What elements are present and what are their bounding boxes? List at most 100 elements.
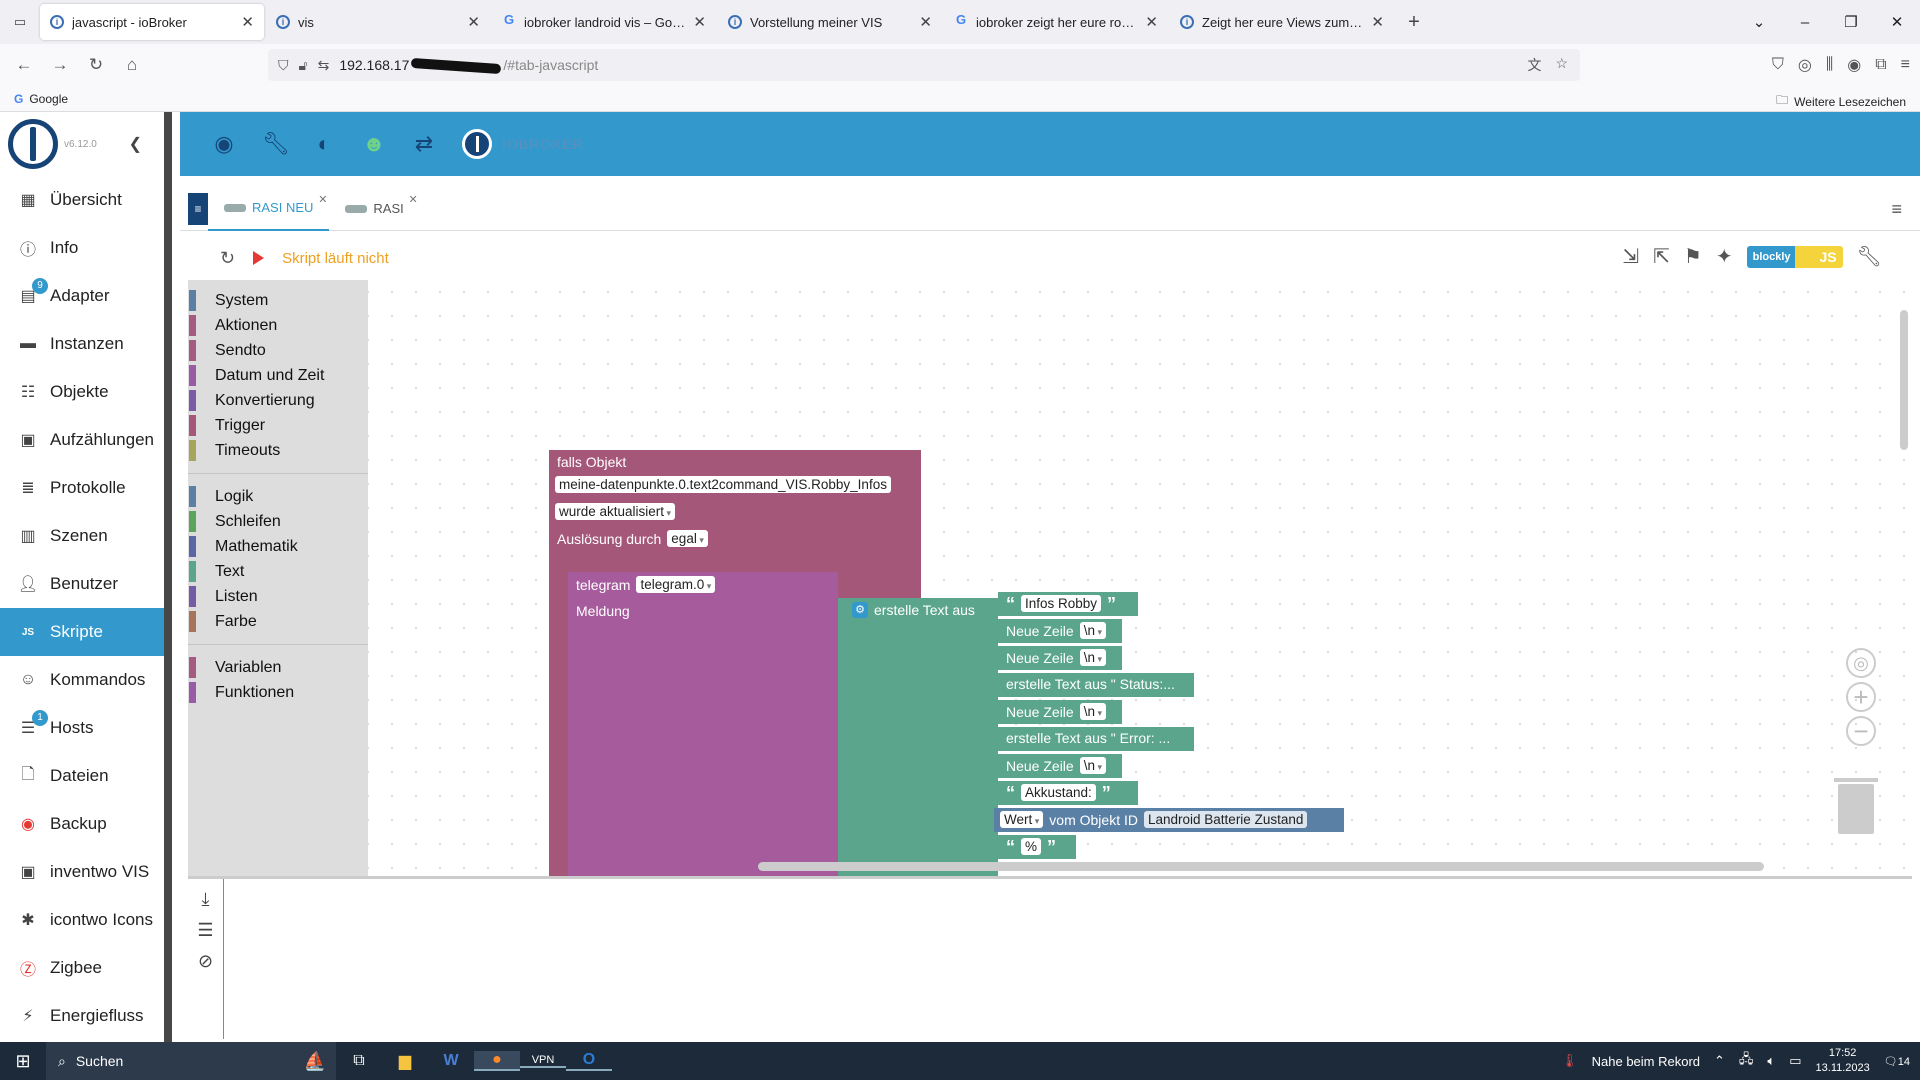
sidebar-item-kommandos[interactable]: ☺ Kommandos [0, 656, 164, 704]
blockly-workspace[interactable]: System Aktionen Sendto Datum und Zeit Konver… [188, 280, 1912, 876]
sidebar-item-energiefluss[interactable]: ⚡︎ Energiefluss [0, 992, 164, 1040]
horizontal-scrollbar[interactable] [758, 862, 1764, 871]
script-tree-toggle[interactable]: ≡ [188, 193, 208, 225]
url-text[interactable]: 192.168.17/#tab-javascript [339, 57, 598, 75]
trash-icon[interactable] [1834, 778, 1878, 834]
save-icon[interactable]: ◎ [1798, 55, 1812, 75]
browser-tab[interactable]: G iobroker zeigt her eure robotor ✕ [944, 4, 1168, 40]
word-icon[interactable]: W [428, 1052, 474, 1070]
toolbox-category-system[interactable]: System [188, 288, 368, 313]
network-icon[interactable]: 🖧︎ [1739, 1050, 1754, 1072]
sidebar-item-übersicht[interactable]: ▦ Übersicht [0, 176, 164, 224]
lock-icon[interactable]: 🔓︎ [299, 57, 308, 74]
library-icon[interactable]: ⫼ [1826, 56, 1833, 74]
outlook-icon[interactable]: O [566, 1051, 612, 1071]
sidebar-item-zigbee[interactable]: Ⓩ Zigbee [0, 944, 164, 992]
toolbox-category-variablen[interactable]: Variablen [188, 655, 368, 680]
join-text-block[interactable]: erstelle Text aus " Status:... [998, 673, 1194, 697]
toolbox-category-sendto[interactable]: Sendto [188, 338, 368, 363]
sidebar-item-protokolle[interactable]: ≣ Protokolle [0, 464, 164, 512]
newline-block[interactable]: Neue Zeile \n [998, 754, 1122, 778]
toolbox-category-listen[interactable]: Listen [188, 584, 368, 609]
sidebar-item-benutzer[interactable]: 👤︎ Benutzer [0, 560, 164, 608]
vpn-icon[interactable]: VPN [520, 1054, 566, 1068]
close-tab-icon[interactable]: ✕ [919, 13, 932, 31]
close-tab-icon[interactable]: ✕ [1145, 13, 1158, 31]
list-all-tabs-icon[interactable]: ⌄ [1736, 13, 1782, 31]
bookmark-google[interactable]: G Google [14, 92, 68, 106]
reload-icon[interactable]: ↻ [78, 55, 114, 75]
value-type-dropdown[interactable]: Wert [1000, 811, 1044, 828]
newline-dropdown[interactable]: \n [1079, 622, 1106, 639]
browser-tab[interactable]: i Vorstellung meiner VIS ✕ [718, 4, 942, 40]
log-list-icon[interactable]: ☰ [197, 920, 213, 941]
translate-icon[interactable]: 文 [1527, 55, 1541, 75]
new-tab-button[interactable]: + [1396, 11, 1432, 34]
sidebar-item-inventwo-vis[interactable]: ▣ inventwo VIS [0, 848, 164, 896]
close-tab-icon[interactable]: ✕ [467, 13, 480, 31]
toolbox-category-mathematik[interactable]: Mathematik [188, 534, 368, 559]
blockly-js-toggle[interactable]: blockly JS [1746, 245, 1843, 268]
newline-dropdown[interactable]: \n [1079, 649, 1106, 666]
toolbox-category-trigger[interactable]: Trigger [188, 413, 368, 438]
magic-icon[interactable]: ✦ [1716, 244, 1733, 269]
script-tab[interactable]: RASI NEU ✕ [208, 187, 330, 231]
telegram-block[interactable]: telegramtelegram.0 Meldung [568, 572, 838, 876]
zoom-out-icon[interactable]: − [1846, 716, 1876, 746]
hide-log-icon[interactable]: ⊘ [198, 951, 213, 972]
create-text-block[interactable]: ⚙ erstelle Text aus [838, 598, 998, 876]
pocket-icon[interactable]: ⛉ [1772, 56, 1784, 74]
bookmark-star-icon[interactable]: ☆ [1555, 55, 1568, 75]
menu-icon[interactable]: ≡ [1901, 56, 1910, 74]
close-tab-icon[interactable]: ✕ [1371, 13, 1384, 31]
toolbox-category-konvertierung[interactable]: Konvertierung [188, 388, 368, 413]
text-string-block[interactable]: “%” [998, 835, 1076, 859]
windows-start-icon[interactable]: ⊞ [0, 1051, 46, 1072]
browser-tab[interactable]: i Zeigt her eure Views zum Them ✕ [1170, 4, 1394, 40]
newline-block[interactable]: Neue Zeile \n [998, 646, 1122, 670]
toolbox-category-logik[interactable]: Logik [188, 484, 368, 509]
restart-script-icon[interactable]: ↻ [220, 248, 235, 269]
sync-icon[interactable]: ⇄ [412, 131, 436, 157]
sidebar-item-icontwo-icons[interactable]: ✱ icontwo Icons [0, 896, 164, 944]
wrench-icon[interactable]: 🔧︎ [262, 131, 290, 157]
vertical-scrollbar[interactable] [1900, 310, 1908, 450]
battery-icon[interactable]: ▭ [1789, 1053, 1801, 1069]
import-icon[interactable]: ⇱ [1653, 244, 1670, 269]
toolbox-category-datum-und-zeit[interactable]: Datum und Zeit [188, 363, 368, 388]
explorer-icon[interactable]: ▆ [382, 1051, 428, 1071]
toolbox-category-aktionen[interactable]: Aktionen [188, 313, 368, 338]
weather-text[interactable]: Nahe beim Rekord [1592, 1054, 1700, 1069]
sidebar-item-backup[interactable]: ◉ Backup [0, 800, 164, 848]
text-string-block[interactable]: “Infos Robby” [998, 592, 1138, 616]
back-icon[interactable]: ← [6, 55, 42, 75]
firefox-icon[interactable]: ● [474, 1051, 520, 1071]
object-value-block[interactable]: Wertvom Objekt IDLandroid Batterie Zusta… [994, 808, 1344, 832]
export-icon[interactable]: ⇲ [1622, 244, 1639, 269]
sidebar-item-info[interactable]: ⓘ Info [0, 224, 164, 272]
gear-icon[interactable]: ⚙ [852, 602, 868, 618]
url-bar[interactable]: ⛉ 🔓︎ ⇆ 192.168.17/#tab-javascript 文 ☆ [268, 49, 1580, 81]
volume-icon[interactable]: 🔈︎ [1767, 1053, 1775, 1069]
close-script-tab-icon[interactable]: ✕ [409, 193, 418, 206]
minimize-button[interactable]: – [1782, 14, 1828, 31]
close-script-tab-icon[interactable]: ✕ [318, 193, 327, 206]
theme-icon[interactable]: ◐ [312, 131, 336, 157]
toolbox-category-funktionen[interactable]: Funktionen [188, 680, 368, 705]
sidebar-item-adapter[interactable]: ▤ Adapter 9 [0, 272, 164, 320]
sidebar-item-skripte[interactable]: JS Skripte [0, 608, 164, 656]
center-icon[interactable]: ◎ [1846, 648, 1876, 678]
script-tab[interactable]: RASI ✕ [329, 187, 419, 231]
sidebar-item-szenen[interactable]: ▥ Szenen [0, 512, 164, 560]
text-value-field[interactable]: Akkustand: [1021, 784, 1096, 801]
toolbox-category-schleifen[interactable]: Schleifen [188, 509, 368, 534]
home-icon[interactable]: ⌂ [114, 55, 150, 75]
newline-dropdown[interactable]: \n [1079, 703, 1106, 720]
settings-wrench-icon[interactable]: 🔧︎ [1857, 244, 1882, 269]
eye-icon[interactable]: ◉ [212, 131, 236, 157]
bookmark-other[interactable]: 🗀︎ Weitere Lesezeichen [1776, 91, 1906, 112]
close-tab-icon[interactable]: ✕ [693, 13, 706, 31]
download-log-icon[interactable]: ⤓ [202, 889, 210, 910]
permissions-icon[interactable]: ⇆ [318, 57, 330, 74]
toolbox-category-timeouts[interactable]: Timeouts [188, 438, 368, 463]
